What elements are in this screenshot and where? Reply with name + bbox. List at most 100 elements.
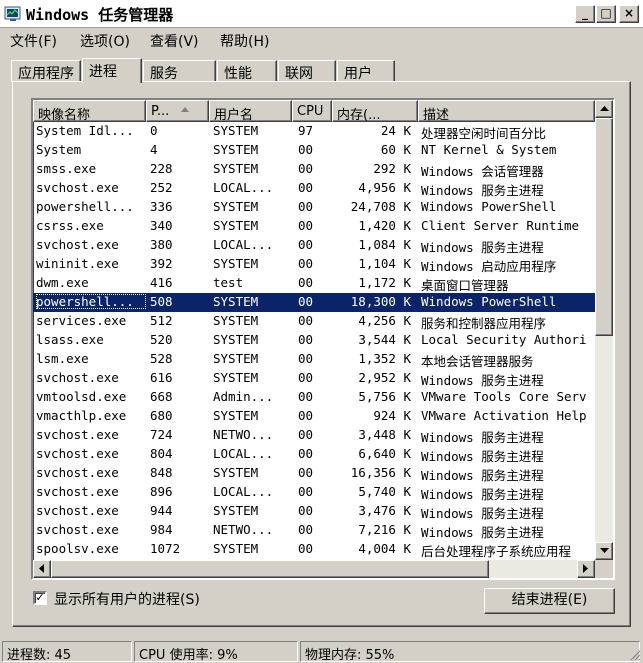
process-rows: System Idl... 0 SYSTEM 97 24 K 处理器空闲时间百分比 Syst… xyxy=(33,122,595,560)
title-bar[interactable]: Windows 任务管理器 _ □ × xyxy=(0,0,643,28)
process-row[interactable]: System 4 SYSTEM 00 60 K NT Kernel & System xyxy=(33,141,595,160)
horizontal-scroll-thumb[interactable] xyxy=(51,560,489,578)
scroll-corner xyxy=(595,560,613,578)
process-row[interactable]: lsm.exe 528 SYSTEM 00 1,352 K 本地会话管理器服务 xyxy=(33,350,595,369)
cell-description: 桌面窗口管理器 xyxy=(421,278,509,293)
cell-user-name: SYSTEM xyxy=(213,142,259,157)
process-row[interactable]: wininit.exe 392 SYSTEM 00 1,104 K Windows 启动应… xyxy=(33,255,595,274)
tab-networking[interactable]: 联网 xyxy=(278,60,336,82)
cell-memory: 4,256 K xyxy=(358,313,411,328)
cell-memory: 1,084 K xyxy=(358,237,411,252)
process-row[interactable]: csrss.exe 340 SYSTEM 00 1,420 K Client Server… xyxy=(33,217,595,236)
show-all-users-label[interactable]: 显示所有用户的进程(S) xyxy=(54,589,200,609)
cell-user-name: SYSTEM xyxy=(213,256,259,271)
column-label: 描述 xyxy=(423,108,450,122)
close-button[interactable]: × xyxy=(619,5,639,23)
cell-cpu: 00 xyxy=(298,313,314,328)
cell-description: Client Server Runtime xyxy=(421,218,580,233)
cell-cpu: 00 xyxy=(298,427,314,442)
menu-bar: 文件(F) 选项(O) 查看(V) 帮助(H) xyxy=(0,28,643,50)
cell-user-name: SYSTEM xyxy=(213,199,259,214)
process-row[interactable]: spoolsv.exe 1072 SYSTEM 00 4,004 K 后台处理程序子系统应… xyxy=(33,540,595,559)
column-image-name[interactable]: 映像名称 xyxy=(33,100,146,122)
process-row[interactable]: vmacthlp.exe 680 SYSTEM 00 924 K VMware Activ… xyxy=(33,407,595,426)
show-all-users-checkbox[interactable]: ✓ xyxy=(33,591,47,605)
cell-memory: 3,476 K xyxy=(358,503,411,518)
cell-user-name: SYSTEM xyxy=(213,408,259,423)
menu-file[interactable]: 文件(F) xyxy=(10,31,57,51)
cell-cpu: 00 xyxy=(298,237,314,252)
vertical-scroll-thumb[interactable] xyxy=(595,118,613,336)
column-label: 用户名 xyxy=(214,108,254,122)
cell-user-name: SYSTEM xyxy=(213,123,259,138)
column-cpu[interactable]: CPU xyxy=(292,100,332,122)
end-process-button[interactable]: 结束进程(E) xyxy=(484,588,615,614)
process-row[interactable]: svchost.exe 804 LOCAL... 00 6,640 K Windows 服… xyxy=(33,445,595,464)
cell-pid: 4 xyxy=(150,142,158,157)
menu-help[interactable]: 帮助(H) xyxy=(220,31,269,51)
process-row[interactable]: svchost.exe 380 LOCAL... 00 1,084 K Windows 服… xyxy=(33,236,595,255)
process-row[interactable]: smss.exe 228 SYSTEM 00 292 K Windows 会话管理器 xyxy=(33,160,595,179)
process-row[interactable]: svchost.exe 848 SYSTEM 00 16,356 K Windows 服务… xyxy=(33,464,595,483)
cell-description: VMware Activation Help xyxy=(421,408,587,423)
tab-users[interactable]: 用户 xyxy=(337,60,395,82)
process-row[interactable]: powershell... 336 SYSTEM 00 24,708 K Windows … xyxy=(33,198,595,217)
process-row[interactable]: dwm.exe 416 test 00 1,172 K 桌面窗口管理器 xyxy=(33,274,595,293)
scroll-left-button[interactable] xyxy=(33,560,51,578)
vertical-scrollbar[interactable] xyxy=(595,100,613,560)
column-description[interactable]: 描述 xyxy=(418,100,595,122)
cell-description: NT Kernel & System xyxy=(421,142,557,157)
scroll-down-button[interactable] xyxy=(595,542,613,560)
cell-image-name: wininit.exe xyxy=(36,256,119,271)
process-row[interactable]: System Idl... 0 SYSTEM 97 24 K 处理器空闲时间百分比 xyxy=(33,122,595,141)
process-list[interactable]: 映像名称 P... 用户名 CPU 内存(... 描述 System Idl..… xyxy=(31,98,615,580)
cell-description: Windows 服务主进程 xyxy=(421,373,544,388)
resize-grip-icon[interactable] xyxy=(629,649,641,661)
cell-image-name: System Idl... xyxy=(36,123,134,138)
process-row[interactable]: svchost.exe 724 NETWO... 00 3,448 K Windows 服… xyxy=(33,426,595,445)
cell-cpu: 00 xyxy=(298,484,314,499)
tab-services[interactable]: 服务 xyxy=(143,60,216,82)
cell-memory: 7,216 K xyxy=(358,522,411,537)
column-memory[interactable]: 内存(... xyxy=(332,100,418,122)
column-user-name[interactable]: 用户名 xyxy=(209,100,292,122)
cell-memory: 24 K xyxy=(380,123,411,138)
cell-description: Windows 服务主进程 xyxy=(421,449,544,464)
tab-applications[interactable]: 应用程序 xyxy=(11,60,81,82)
process-row[interactable]: svchost.exe 616 SYSTEM 00 2,952 K Windows 服务主… xyxy=(33,369,595,388)
cell-user-name: LOCAL... xyxy=(213,180,274,195)
cell-description: Local Security Authori xyxy=(421,332,587,347)
menu-options[interactable]: 选项(O) xyxy=(80,31,130,51)
cell-pid: 340 xyxy=(150,218,173,233)
scroll-up-button[interactable] xyxy=(595,100,613,118)
cell-user-name: SYSTEM xyxy=(213,351,259,366)
checkmark-icon: ✓ xyxy=(35,591,45,604)
process-row[interactable]: svchost.exe 896 LOCAL... 00 5,740 K Windows 服… xyxy=(33,483,595,502)
maximize-button[interactable]: □ xyxy=(596,5,616,23)
cell-cpu: 00 xyxy=(298,370,314,385)
horizontal-scrollbar[interactable] xyxy=(33,560,595,578)
cell-pid: 804 xyxy=(150,446,173,461)
process-row[interactable]: powershell... 508 SYSTEM 00 18,300 K Windows … xyxy=(33,293,595,312)
cell-description: 本地会话管理器服务 xyxy=(421,354,534,369)
process-row[interactable]: svchost.exe 252 LOCAL... 00 4,956 K Windows 服… xyxy=(33,179,595,198)
task-manager-window: Windows 任务管理器 _ □ × 文件(F) 选项(O) 查看(V) 帮助… xyxy=(0,0,643,663)
cell-description: Windows 启动应用程序 xyxy=(421,259,557,274)
column-pid[interactable]: P... xyxy=(146,100,209,122)
cell-cpu: 00 xyxy=(298,256,314,271)
menu-view[interactable]: 查看(V) xyxy=(150,31,199,51)
process-row[interactable]: svchost.exe 944 SYSTEM 00 3,476 K Windows 服务主… xyxy=(33,502,595,521)
tab-performance[interactable]: 性能 xyxy=(217,60,277,82)
process-row[interactable]: vmtoolsd.exe 668 Admin... 00 5,756 K VMware T… xyxy=(33,388,595,407)
process-row[interactable]: lsass.exe 520 SYSTEM 00 3,544 K Local Securit… xyxy=(33,331,595,350)
cell-cpu: 00 xyxy=(298,199,314,214)
minimize-button[interactable]: _ xyxy=(575,5,595,23)
scroll-right-button[interactable] xyxy=(577,560,595,578)
cell-user-name: NETWO... xyxy=(213,427,274,442)
cell-description: Windows 服务主进程 xyxy=(421,487,544,502)
cell-cpu: 00 xyxy=(298,522,314,537)
cell-image-name: lsass.exe xyxy=(36,332,104,347)
process-row[interactable]: svchost.exe 984 NETWO... 00 7,216 K Windows 服… xyxy=(33,521,595,540)
tab-processes[interactable]: 进程 xyxy=(82,58,142,83)
process-row[interactable]: services.exe 512 SYSTEM 00 4,256 K 服务和控制器应用程序 xyxy=(33,312,595,331)
